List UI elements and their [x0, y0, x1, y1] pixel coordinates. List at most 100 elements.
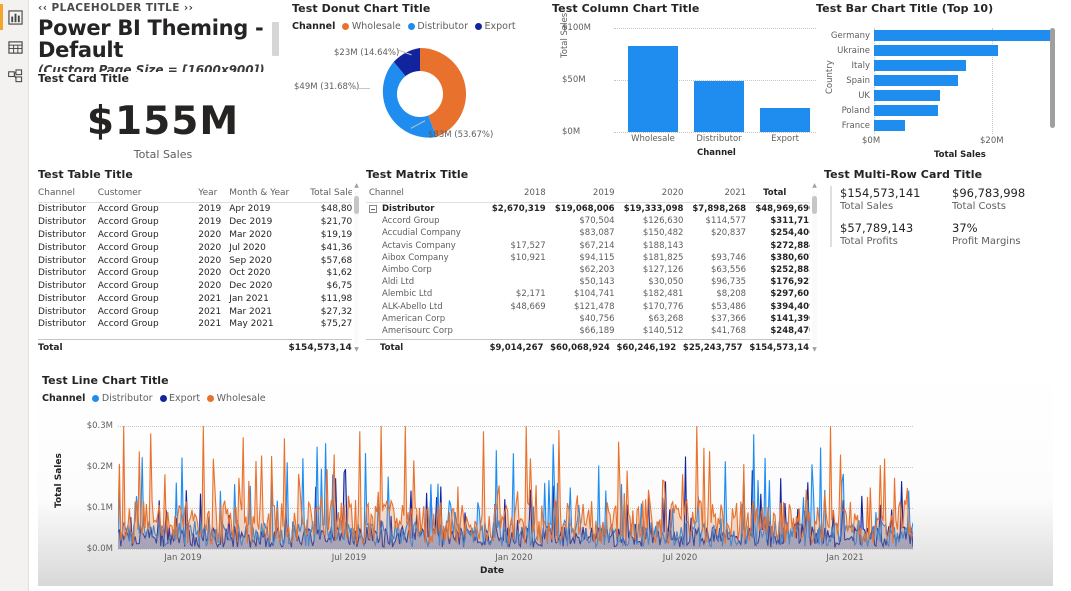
table-row[interactable]: Distributor Accord Group 2019 Apr 2019 $48,8…	[38, 203, 360, 216]
sidebar-item-report-view[interactable]	[5, 7, 25, 27]
table-cell: Distributor	[38, 319, 87, 330]
matrix-col-channel[interactable]: Channel	[366, 186, 486, 203]
matrix-cell: $2,670,319	[491, 204, 546, 215]
table-row[interactable]: DistributorAccudial Company2019Mar 2019$…	[38, 331, 360, 332]
bar-chart-scrollbar[interactable]	[1050, 28, 1055, 128]
table-col-year[interactable]: Year	[198, 186, 230, 203]
table-row[interactable]: Distributor Accord Group 2021 Jan 2021 $11,9…	[38, 292, 360, 305]
bar-xtick-0m: $0M	[862, 136, 881, 146]
table-row[interactable]: Distributor Accord Group 2020 Mar 2020 $19,1…	[38, 229, 360, 242]
table-cell: Sep 2020	[229, 255, 272, 266]
table-cell: Accord Group	[97, 217, 159, 228]
matrix-row[interactable]: American Corp $40,756 $63,268 $37,366 $141,3…	[366, 313, 818, 325]
matrix-scrollbar[interactable]: ▲ ▼	[810, 182, 819, 354]
bar-poland[interactable]	[874, 105, 938, 116]
table-row[interactable]: Distributor Accord Group 2021 Mar 2021 $27,3…	[38, 305, 360, 318]
bar-italy[interactable]	[874, 60, 966, 71]
bar-spain[interactable]	[874, 75, 958, 86]
table-cell: May 2021	[229, 319, 274, 330]
table-col-channel[interactable]: Channel	[38, 186, 98, 203]
matrix-total-label: Total	[366, 339, 486, 354]
matrix-col-2019[interactable]: 2019	[548, 186, 618, 203]
matrix-row-total: $380,607	[770, 252, 815, 263]
matrix-col-total[interactable]: Total	[749, 186, 818, 203]
legend-item-export[interactable]: Export	[475, 21, 516, 32]
line-chart-visual[interactable]: Test Line Chart Title Channel Distributo…	[38, 368, 1053, 586]
legend-item-distributor[interactable]: Distributor	[407, 21, 468, 32]
matrix-row[interactable]: Accudial Company $83,087 $150,482 $20,837 $2…	[366, 227, 818, 239]
page-title-textbox[interactable]: ‹‹ PLACEHOLDER TITLE ›› Power BI Theming…	[38, 2, 288, 77]
matrix-cell	[486, 227, 549, 239]
title-textbox-scrollbar[interactable]	[272, 22, 279, 56]
matrix-col-2021[interactable]: 2021	[686, 186, 750, 203]
mrc-label-total-costs: Total Costs	[952, 201, 1006, 212]
matrix-cell: $126,630	[642, 216, 684, 227]
table-row[interactable]: Distributor Accord Group 2021 May 2021 $75,2…	[38, 318, 360, 331]
line-legend-item-wholesale[interactable]: Wholesale	[207, 393, 266, 404]
matrix-row[interactable]: Aibox Company $10,921 $94,115 $181,825 $93,7…	[366, 252, 818, 264]
sidebar-item-model-view[interactable]	[5, 66, 25, 86]
matrix-cell: $20,837	[710, 228, 747, 239]
table-total-value: $154,573,141	[130, 338, 360, 354]
matrix-group-total: $48,969,690	[755, 204, 815, 215]
line-y-axis-title: Total Sales	[54, 453, 64, 508]
matrix-visual[interactable]: Test Matrix Title Channel 2018 2019 2020…	[366, 168, 818, 360]
matrix-row[interactable]: Accord Group $70,504 $126,630 $114,577 $311,…	[366, 215, 818, 227]
donut-chart-visual[interactable]: Test Donut Chart Title Channel Wholesale…	[292, 2, 547, 160]
legend-item-wholesale[interactable]: Wholesale	[342, 21, 401, 32]
matrix-scroll-up-arrow-icon[interactable]: ▲	[812, 183, 817, 189]
table-row[interactable]: Distributor Accord Group 2019 Dec 2019 $21,7…	[38, 216, 360, 229]
table-visual[interactable]: Test Table Title Channel Customer Year M…	[38, 168, 360, 360]
column-bar-distributor[interactable]	[694, 81, 744, 132]
matrix-group-label[interactable]: Distributor	[366, 203, 486, 216]
matrix-scrollbar-thumb[interactable]	[812, 196, 817, 214]
legend-title: Channel	[292, 21, 336, 32]
table-title: Test Table Title	[38, 168, 133, 181]
matrix-row[interactable]: Aldi Ltd $50,143 $30,050 $96,735 $176,927	[366, 276, 818, 288]
bar-germany[interactable]	[874, 30, 1051, 41]
donut-chart-title: Test Donut Chart Title	[292, 2, 431, 15]
table-scrollbar[interactable]: ▲ ▼	[352, 182, 361, 354]
card-visual[interactable]: Test Card Title $155M Total Sales	[38, 72, 288, 161]
matrix-row[interactable]: Actavis Company $17,527 $67,214 $188,143 $27…	[366, 240, 818, 252]
table-col-customer[interactable]: Customer	[97, 186, 199, 203]
line-legend-item-distributor[interactable]: Distributor	[92, 393, 153, 404]
bar-ukraine[interactable]	[874, 45, 998, 56]
bar-france[interactable]	[874, 120, 905, 131]
matrix-row[interactable]: ALK-Abello Ltd $48,669 $121,478 $170,776 $53…	[366, 301, 818, 313]
table-row[interactable]: Distributor Accord Group 2020 Jul 2020 $41,3…	[38, 241, 360, 254]
line-xtick-jan2021: Jan 2021	[826, 553, 864, 563]
multi-row-card-visual[interactable]: Test Multi-Row Card Title $154,573,141 T…	[824, 168, 1071, 268]
matrix-row[interactable]: Amerisourc Corp $66,189 $140,512 $41,768 $24…	[366, 325, 818, 336]
table-row[interactable]: Distributor Accord Group 2020 Oct 2020 $1,62…	[38, 267, 360, 280]
matrix-row[interactable]: Aimbo Corp $62,203 $127,126 $63,556 $252,885	[366, 264, 818, 276]
bar-chart-visual[interactable]: Test Bar Chart Title (Top 10) Country Ge…	[816, 2, 1071, 160]
column-x-axis-title: Channel	[697, 148, 736, 158]
table-row[interactable]: Distributor Accord Group 2020 Dec 2020 $6,75…	[38, 280, 360, 293]
table-row[interactable]: Distributor Accord Group 2020 Sep 2020 $57,6…	[38, 254, 360, 267]
ytick-0m: $0M	[562, 127, 581, 137]
legend-label-wholesale: Wholesale	[351, 21, 401, 32]
column-bar-wholesale[interactable]	[628, 46, 678, 132]
matrix-scroll-down-arrow-icon[interactable]: ▼	[812, 347, 817, 353]
matrix-row-label: Aimbo Corp	[382, 265, 432, 276]
sidebar-item-data-view[interactable]	[5, 37, 25, 57]
matrix-row[interactable]: Alembic Ltd $2,171 $104,741 $182,481 $8,208 $…	[366, 288, 818, 300]
matrix-group-row[interactable]: Distributor $2,670,319 $19,068,006 $19,333,…	[366, 203, 818, 216]
matrix-cell: $114,577	[705, 216, 747, 227]
collapse-expander-icon[interactable]	[369, 204, 377, 213]
table-col-monthyear[interactable]: Month & Year	[229, 186, 303, 203]
matrix-col-2018[interactable]: 2018	[486, 186, 549, 203]
matrix-body-clip: Channel 2018 2019 2020 2021 Total Distri…	[366, 186, 818, 336]
line-legend-item-export[interactable]: Export	[159, 393, 200, 404]
mrc-value-total-costs: $96,783,998	[952, 186, 1026, 200]
scroll-down-arrow-icon[interactable]: ▼	[354, 347, 359, 353]
column-bar-export[interactable]	[760, 108, 810, 132]
column-chart-visual[interactable]: Test Column Chart Title Total Sales $100…	[552, 2, 844, 160]
donut-ring[interactable]	[370, 44, 470, 144]
table-scrollbar-thumb[interactable]	[354, 196, 359, 214]
bar-uk[interactable]	[874, 90, 940, 101]
scroll-up-arrow-icon[interactable]: ▲	[354, 183, 359, 189]
matrix-col-2020[interactable]: 2020	[617, 186, 687, 203]
matrix-row-label: Actavis Company	[382, 240, 456, 251]
